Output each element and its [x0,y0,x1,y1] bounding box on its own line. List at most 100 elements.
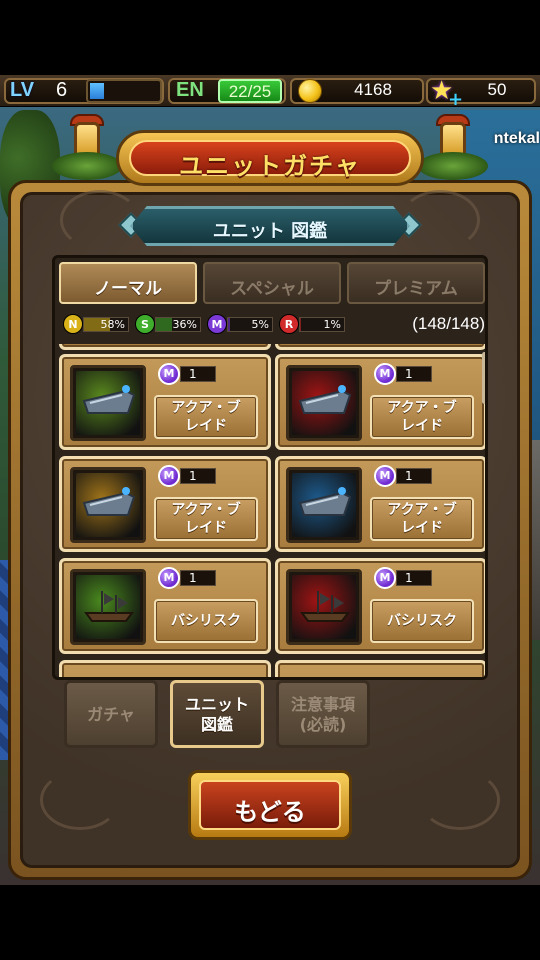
tab-normal[interactable]: ノーマル [59,262,197,304]
unit-portrait [76,371,140,435]
unit-name-line2: レイド [401,418,443,434]
rank-m-icon: M [374,363,396,385]
unit-card-partial [59,660,271,677]
unit-card[interactable]: M 1 バシリスク [59,558,271,654]
tab-special[interactable]: スペシャル [203,262,341,304]
unit-rank: M 1 [158,363,216,385]
lantern-right [418,114,488,184]
unit-name-line2: レイド [185,418,227,434]
rate-value: 58% [100,318,125,331]
rate-value: 5% [251,318,269,331]
subtitle: ユニット 図鑑 [212,221,328,242]
tab-label: プレミアム [374,279,458,299]
rate-value: 1% [323,318,341,331]
game-screen: ntekal LV 6 EN 22/25 4168 ★ + 50 ユニットガチャ… [0,0,540,960]
aqua-blade-icon [298,385,352,414]
unit-name: アクア・ブ レイド [372,399,472,435]
unit-name-line1: アクア・ブ [171,400,241,416]
letterbox-bottom [0,885,540,960]
lantern-left [52,114,122,184]
tab-premium[interactable]: プレミアム [347,262,485,304]
unit-rank: M 1 [374,567,432,589]
unit-name: アクア・ブ レイド [372,501,472,537]
unit-rank: M 1 [158,465,216,487]
tab-label: ノーマル [94,279,162,299]
rank-m-icon: M [207,314,227,334]
energy-label: EN [176,79,204,101]
letterbox-top [0,0,540,75]
back-button[interactable]: もどる [188,770,352,840]
basilisk-ship-icon [300,591,350,622]
unit-name: アクア・ブ レイド [156,399,256,435]
exp-bar-fill [90,83,104,99]
unit-thumbnail [70,569,146,645]
tab-label-line2: (必読) [299,715,347,734]
aqua-blade-icon [82,487,136,516]
rarity-tabs: ノーマル スペシャル プレミアム [59,262,485,308]
tab-gacha[interactable]: ガチャ [64,680,158,748]
aqua-blade-icon [298,487,352,516]
rank-m-icon: M [158,363,180,385]
unit-name: アクア・ブ レイド [156,501,256,537]
back-button-inner: もどる [199,780,341,830]
decor-swirl [40,770,120,830]
rate-bar: 36% [155,317,201,332]
unit-grid[interactable]: M 1 アクア・ブ レイド M 1 アクア・ブ レイド M 1 アクア・ブ レイ… [59,344,485,677]
rank-r-icon: R [279,314,299,334]
unit-name-line1: アクア・ブ [171,502,241,518]
page-title: ユニットガチャ [179,152,361,180]
rate-r: R 1% [279,314,347,336]
rank-value: 1 [396,468,432,484]
coin-box: 4168 [326,79,420,103]
unit-card[interactable]: M 1 バシリスク [275,558,485,654]
rate-bar: 1% [299,317,345,332]
unit-thumbnail [286,569,362,645]
star-value: 50 [487,80,507,99]
unit-name-plate: アクア・ブ レイド [370,497,474,541]
title-banner-inner: ユニットガチャ [129,140,411,180]
rate-bar: 58% [83,317,129,332]
unit-portrait [292,575,356,639]
rarity-rates: N 58% S 36% M 5% R 1% (148/148) [59,312,485,338]
list-scrollbar[interactable] [482,352,485,404]
unit-portrait [76,575,140,639]
rank-value: 1 [180,468,216,484]
basilisk-ship-icon [84,591,134,622]
tab-label-line1: ユニット [184,695,249,714]
unit-list-panel: ノーマル スペシャル プレミアム N 58% S 36% M 5% R 1% (… [52,255,488,680]
unit-portrait [76,473,140,537]
collection-count: (148/148) [412,314,485,333]
subtitle-banner: ユニット 図鑑 [130,206,410,246]
unit-rank: M 1 [374,465,432,487]
add-star-icon[interactable]: + [448,89,463,110]
tab-notes[interactable]: 注意事項 (必読) [276,680,370,748]
level-value: 6 [56,79,68,101]
unit-card[interactable]: M 1 アクア・ブレイド [59,354,271,450]
unit-name: バシリスク [387,613,457,629]
energy-box: 22/25 [218,79,282,103]
unit-card[interactable]: M 1 アクア・ブ レイド [275,354,485,450]
rank-n-icon: N [63,314,83,334]
unit-name: バシリスク [171,613,241,629]
leaf-decoration [418,152,488,180]
unit-name-plate: アクア・ブ レイド [154,497,258,541]
unit-card[interactable]: M 1 アクア・ブ レイド [59,456,271,552]
unit-thumbnail [286,467,362,543]
unit-name-line1: アクア・ブ [387,400,457,416]
unit-thumbnail [286,365,362,441]
unit-rank: M 1 [158,567,216,589]
rank-value: 1 [180,570,216,586]
player-name-fragment: ntekal [493,130,540,147]
exp-bar [86,79,162,103]
back-button-label: もどる [234,798,306,826]
unit-card[interactable]: M 1 アクア・ブ レイド [275,456,485,552]
unit-thumbnail [70,365,146,441]
tab-unit-catalog[interactable]: ユニット 図鑑 [170,680,264,748]
rank-m-icon: M [158,465,180,487]
unit-card-partial [275,660,485,677]
rank-m-icon: M [374,465,396,487]
unit-card-partial [275,344,485,350]
decor-swirl [420,770,500,830]
tab-label-line2: 図鑑 [200,715,233,734]
aqua-blade-icon [82,385,136,414]
